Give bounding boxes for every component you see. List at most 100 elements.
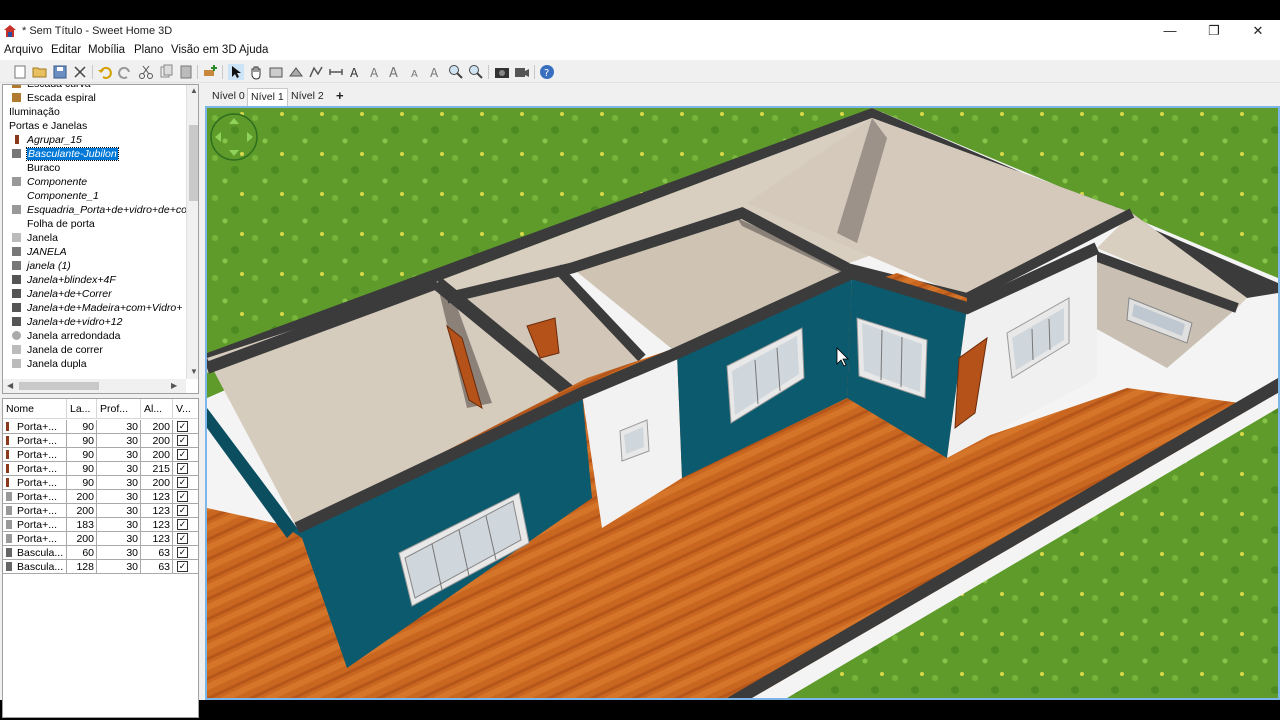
column-height[interactable]: Al... bbox=[141, 399, 173, 419]
table-row[interactable]: Porta+... 200 30 123 ✓ bbox=[3, 504, 198, 518]
add-furniture-icon[interactable] bbox=[202, 64, 218, 80]
visible-checkbox[interactable]: ✓ bbox=[177, 449, 188, 460]
furniture-list-table[interactable]: Nome La... Prof... Al... V... Porta+... 9… bbox=[2, 398, 199, 718]
table-row[interactable]: Bascula... 128 30 63 ✓ bbox=[3, 560, 198, 574]
table-row[interactable]: Porta+... 90 30 200 ✓ bbox=[3, 434, 198, 448]
paste-icon[interactable] bbox=[178, 64, 194, 80]
catalog-item[interactable]: janela (1) bbox=[12, 260, 71, 274]
close-button[interactable]: ✕ bbox=[1236, 20, 1280, 42]
furniture-catalog[interactable]: Escada curva Escada espiral Iluminação Port… bbox=[2, 84, 199, 394]
visible-checkbox[interactable]: ✓ bbox=[177, 477, 188, 488]
catalog-item[interactable]: Buraco bbox=[12, 162, 60, 176]
cell-visible[interactable]: ✓ bbox=[173, 560, 198, 574]
catalog-item[interactable]: Escada espiral bbox=[12, 92, 96, 106]
visible-checkbox[interactable]: ✓ bbox=[177, 463, 188, 474]
cell-visible[interactable]: ✓ bbox=[173, 518, 198, 532]
column-name[interactable]: Nome bbox=[3, 399, 67, 419]
catalog-horizontal-scrollbar[interactable]: ◀ ▶ bbox=[3, 379, 186, 393]
catalog-item[interactable]: Agrupar_15 bbox=[12, 134, 82, 148]
table-row[interactable]: Porta+... 183 30 123 ✓ bbox=[3, 518, 198, 532]
visible-checkbox[interactable]: ✓ bbox=[177, 421, 188, 432]
create-rooms-icon[interactable] bbox=[288, 64, 304, 80]
save-icon[interactable] bbox=[52, 64, 68, 80]
visible-checkbox[interactable]: ✓ bbox=[177, 435, 188, 446]
catalog-item[interactable]: Componente bbox=[12, 176, 87, 190]
redo-icon[interactable] bbox=[117, 64, 133, 80]
menu-arquivo[interactable]: Arquivo bbox=[4, 44, 43, 56]
catalog-item[interactable]: Janela+de+Correr bbox=[12, 288, 112, 302]
create-dimensions-icon[interactable] bbox=[328, 64, 344, 80]
cell-visible[interactable]: ✓ bbox=[173, 476, 198, 490]
catalog-item[interactable]: Folha de porta bbox=[12, 218, 95, 232]
table-row[interactable]: Porta+... 90 30 200 ✓ bbox=[3, 448, 198, 462]
visible-checkbox[interactable]: ✓ bbox=[177, 491, 188, 502]
cell-visible[interactable]: ✓ bbox=[173, 420, 198, 434]
column-width[interactable]: La... bbox=[67, 399, 97, 419]
text-style-icon[interactable]: A bbox=[368, 64, 384, 80]
visible-checkbox[interactable]: ✓ bbox=[177, 561, 188, 572]
table-row[interactable]: Porta+... 200 30 123 ✓ bbox=[3, 532, 198, 546]
zoom-out-icon[interactable] bbox=[468, 64, 484, 80]
visible-checkbox[interactable]: ✓ bbox=[177, 547, 188, 558]
open-icon[interactable] bbox=[32, 64, 48, 80]
cell-visible[interactable]: ✓ bbox=[173, 504, 198, 518]
menu-ajuda[interactable]: Ajuda bbox=[239, 44, 268, 56]
increase-text-icon[interactable]: A bbox=[388, 64, 404, 80]
help-icon[interactable]: ? bbox=[539, 64, 555, 80]
zoom-in-icon[interactable] bbox=[448, 64, 464, 80]
catalog-item[interactable]: Janela bbox=[12, 232, 58, 246]
cut-icon[interactable] bbox=[138, 64, 154, 80]
select-icon[interactable] bbox=[228, 64, 244, 80]
visible-checkbox[interactable]: ✓ bbox=[177, 519, 188, 530]
catalog-hscroll-thumb[interactable] bbox=[19, 382, 99, 390]
3d-scene[interactable] bbox=[207, 108, 1278, 698]
menu-visao-3d[interactable]: Visão em 3D bbox=[171, 44, 237, 56]
column-depth[interactable]: Prof... bbox=[97, 399, 141, 419]
minimize-button[interactable]: — bbox=[1148, 20, 1192, 42]
visible-checkbox[interactable]: ✓ bbox=[177, 505, 188, 516]
undo-icon[interactable] bbox=[97, 64, 113, 80]
menu-editar[interactable]: Editar bbox=[51, 44, 81, 56]
create-video-icon[interactable] bbox=[514, 64, 530, 80]
catalog-item[interactable]: Janela arredondada bbox=[12, 330, 120, 344]
catalog-item[interactable]: Portas e Janelas bbox=[9, 120, 87, 134]
catalog-vertical-scrollbar[interactable]: ▲ ▼ bbox=[186, 85, 198, 379]
new-icon[interactable] bbox=[12, 64, 28, 80]
table-row[interactable]: Porta+... 200 30 123 ✓ bbox=[3, 490, 198, 504]
table-row[interactable]: Porta+... 90 30 200 ✓ bbox=[3, 420, 198, 434]
menu-mobilia[interactable]: Mobília bbox=[88, 44, 125, 56]
table-row[interactable]: Porta+... 90 30 215 ✓ bbox=[3, 462, 198, 476]
catalog-item[interactable]: Janela+de+vidro+12 bbox=[12, 316, 122, 330]
cell-visible[interactable]: ✓ bbox=[173, 546, 198, 560]
menu-plano[interactable]: Plano bbox=[134, 44, 163, 56]
cut-tool-icon[interactable] bbox=[72, 64, 88, 80]
align-text-icon[interactable]: A bbox=[428, 64, 444, 80]
tab-nivel-1[interactable]: Nível 1 bbox=[247, 88, 288, 106]
catalog-scroll-thumb[interactable] bbox=[189, 125, 198, 201]
create-walls-icon[interactable] bbox=[268, 64, 284, 80]
catalog-item[interactable]: Janela dupla bbox=[12, 358, 87, 372]
cell-visible[interactable]: ✓ bbox=[173, 434, 198, 448]
add-text-icon[interactable]: A bbox=[348, 64, 364, 80]
decrease-text-icon[interactable]: A bbox=[408, 64, 424, 80]
pan-icon[interactable] bbox=[248, 64, 264, 80]
cell-visible[interactable]: ✓ bbox=[173, 532, 198, 546]
3d-view[interactable] bbox=[205, 106, 1280, 700]
create-polylines-icon[interactable] bbox=[308, 64, 324, 80]
visible-checkbox[interactable]: ✓ bbox=[177, 533, 188, 544]
scroll-right-icon[interactable]: ▶ bbox=[171, 381, 177, 390]
catalog-item[interactable]: Janela+de+Madeira+com+Vidro+ bbox=[12, 302, 182, 316]
copy-icon[interactable] bbox=[158, 64, 174, 80]
create-photo-icon[interactable] bbox=[494, 64, 510, 80]
scroll-down-icon[interactable]: ▼ bbox=[190, 367, 198, 376]
catalog-item[interactable]: Janela+blindex+4F bbox=[12, 274, 116, 288]
cell-visible[interactable]: ✓ bbox=[173, 490, 198, 504]
catalog-item[interactable]: Janela de correr bbox=[12, 344, 103, 358]
add-level-button[interactable]: + bbox=[333, 88, 347, 106]
tab-nivel-0[interactable]: Nível 0 bbox=[209, 88, 248, 106]
catalog-item[interactable]: JANELA bbox=[12, 246, 67, 260]
tab-nivel-2[interactable]: Nível 2 bbox=[288, 88, 327, 106]
catalog-item[interactable]: Escada curva bbox=[12, 85, 91, 92]
scroll-up-icon[interactable]: ▲ bbox=[190, 86, 198, 95]
catalog-item[interactable]: Iluminação bbox=[9, 106, 60, 120]
